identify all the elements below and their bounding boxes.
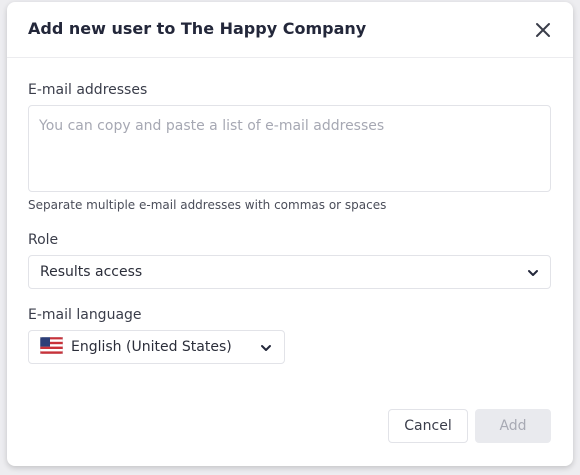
chevron-down-icon [261,345,271,351]
email-addresses-input[interactable] [28,105,551,192]
role-select[interactable]: Results access [28,255,551,289]
role-label: Role [28,232,59,248]
dialog-header: Add new user to The Happy Company [7,2,573,58]
close-button[interactable] [532,19,554,41]
email-hint: Separate multiple e-mail addresses with … [28,198,387,212]
close-icon [536,23,550,37]
email-label: E-mail addresses [28,82,148,98]
add-user-dialog: Add new user to The Happy Company E-mail… [7,2,573,466]
language-label: E-mail language [28,307,142,323]
dialog-title: Add new user to The Happy Company [28,19,367,38]
language-selected-value: English (United States) [71,339,232,355]
cancel-button[interactable]: Cancel [388,409,468,443]
chevron-down-icon [528,270,538,276]
us-flag-icon [40,337,63,354]
language-select[interactable]: English (United States) [28,330,285,364]
add-button[interactable]: Add [475,409,551,443]
role-selected-value: Results access [40,264,143,280]
